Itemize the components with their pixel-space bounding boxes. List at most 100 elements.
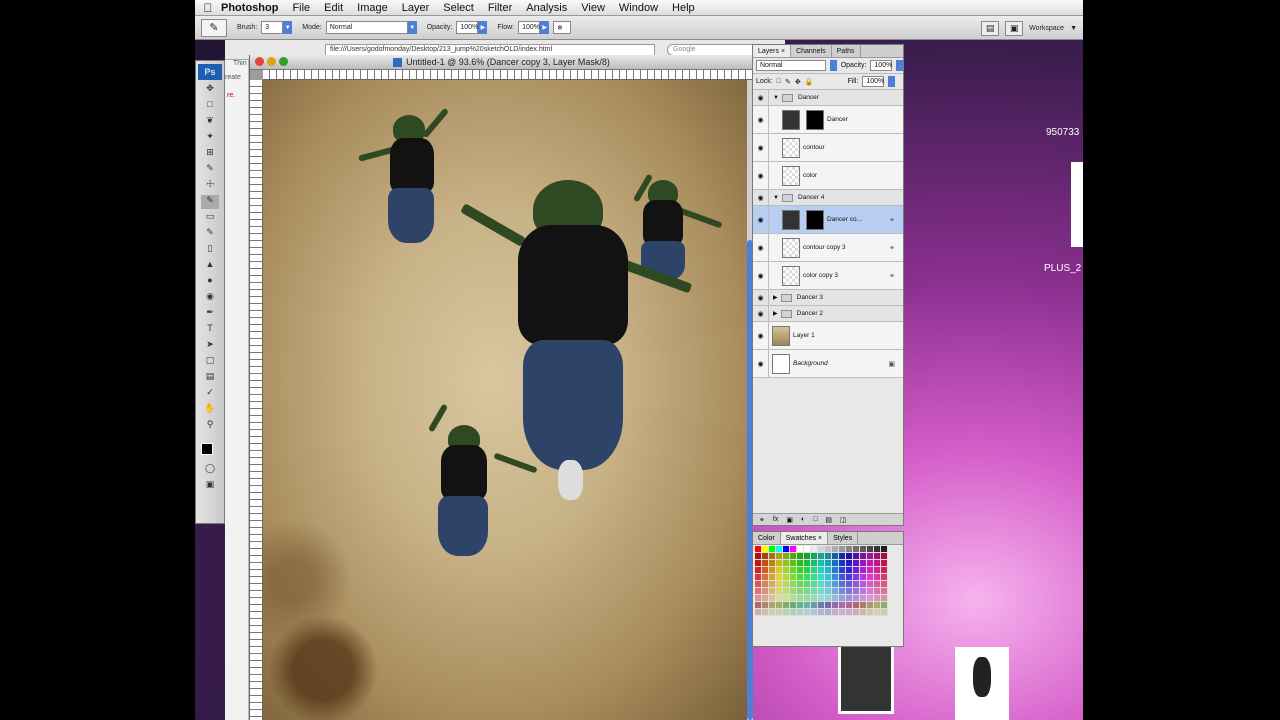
zoom-tool-icon[interactable]: ⚲ bbox=[201, 419, 219, 433]
minimize-window-icon[interactable] bbox=[267, 57, 276, 66]
visibility-eye-icon[interactable]: ◉ bbox=[753, 290, 769, 305]
swatch[interactable] bbox=[860, 609, 867, 616]
swatch[interactable] bbox=[783, 609, 790, 616]
swatch[interactable] bbox=[825, 602, 832, 609]
swatch[interactable] bbox=[818, 595, 825, 602]
swatch[interactable] bbox=[846, 588, 853, 595]
swatch[interactable] bbox=[874, 581, 881, 588]
fill-arrow[interactable] bbox=[888, 76, 896, 87]
visibility-eye-icon[interactable]: ◉ bbox=[753, 106, 769, 133]
menu-view[interactable]: View bbox=[581, 2, 605, 14]
swatch[interactable] bbox=[769, 567, 776, 574]
swatch[interactable] bbox=[874, 609, 881, 616]
slice-tool-icon[interactable]: ✎ bbox=[201, 163, 219, 177]
swatch[interactable] bbox=[776, 574, 783, 581]
swatch[interactable] bbox=[783, 546, 790, 553]
tab-channels[interactable]: Channels bbox=[791, 45, 832, 57]
mode-select[interactable]: Normal bbox=[325, 21, 408, 34]
workspace-menu[interactable]: Workspace bbox=[1029, 25, 1064, 32]
swatch[interactable] bbox=[860, 553, 867, 560]
swatch[interactable] bbox=[818, 574, 825, 581]
swatch[interactable] bbox=[839, 581, 846, 588]
swatch[interactable] bbox=[839, 574, 846, 581]
layer-dancer-copy-3[interactable]: ◉ Dancer co... ⚭ bbox=[753, 206, 903, 234]
swatch[interactable] bbox=[804, 581, 811, 588]
swatch[interactable] bbox=[790, 581, 797, 588]
swatch[interactable] bbox=[867, 567, 874, 574]
swatch[interactable] bbox=[783, 567, 790, 574]
swatch[interactable] bbox=[797, 553, 804, 560]
swatch[interactable] bbox=[825, 588, 832, 595]
lock-all-icon[interactable]: 🔒 bbox=[805, 78, 814, 86]
visibility-eye-icon[interactable]: ◉ bbox=[753, 190, 769, 205]
swatch[interactable] bbox=[769, 546, 776, 553]
eraser-tool-icon[interactable]: ▯ bbox=[201, 243, 219, 257]
lock-image-icon[interactable]: ✎ bbox=[785, 78, 791, 86]
swatch[interactable] bbox=[762, 574, 769, 581]
layer-group-dancer-4[interactable]: ◉ ▼ Dancer 4 bbox=[753, 190, 903, 206]
close-tab-icon[interactable]: × bbox=[818, 535, 822, 542]
tab-color[interactable]: Color bbox=[753, 532, 781, 544]
swatch[interactable] bbox=[755, 574, 762, 581]
layer-mask-thumbnail[interactable] bbox=[806, 109, 824, 130]
swatch[interactable] bbox=[804, 602, 811, 609]
new-group-icon[interactable]: □ bbox=[813, 516, 817, 523]
layer-dancer[interactable]: ◉ Dancer bbox=[753, 106, 903, 134]
swatch[interactable] bbox=[769, 609, 776, 616]
swatch[interactable] bbox=[804, 588, 811, 595]
swatch[interactable] bbox=[846, 567, 853, 574]
desktop-icon-label[interactable]: 950733 bbox=[1046, 127, 1079, 138]
swatch[interactable] bbox=[755, 581, 762, 588]
swatch[interactable] bbox=[846, 595, 853, 602]
swatch[interactable] bbox=[860, 574, 867, 581]
clone-stamp-tool-icon[interactable]: ▭ bbox=[201, 211, 219, 225]
horizontal-ruler[interactable] bbox=[263, 70, 753, 80]
color-swatches[interactable] bbox=[200, 439, 224, 461]
layer-style-icon[interactable]: fx bbox=[773, 516, 778, 523]
menu-analysis[interactable]: Analysis bbox=[526, 2, 567, 14]
swatch[interactable] bbox=[804, 553, 811, 560]
swatch[interactable] bbox=[881, 567, 888, 574]
swatch[interactable] bbox=[797, 602, 804, 609]
swatch[interactable] bbox=[846, 574, 853, 581]
add-mask-icon[interactable]: ▣ bbox=[786, 516, 793, 524]
swatch[interactable] bbox=[832, 546, 839, 553]
swatch[interactable] bbox=[769, 574, 776, 581]
swatch[interactable] bbox=[783, 560, 790, 567]
swatch[interactable] bbox=[804, 574, 811, 581]
swatch[interactable] bbox=[790, 588, 797, 595]
swatch[interactable] bbox=[825, 595, 832, 602]
swatch[interactable] bbox=[783, 574, 790, 581]
mode-dropdown-arrow[interactable]: ▼ bbox=[407, 21, 417, 34]
visibility-eye-icon[interactable]: ◉ bbox=[753, 350, 769, 377]
bridge-icon[interactable]: ▣ bbox=[1005, 20, 1024, 36]
swatch[interactable] bbox=[825, 567, 832, 574]
swatch[interactable] bbox=[762, 567, 769, 574]
swatch[interactable] bbox=[804, 560, 811, 567]
swatch[interactable] bbox=[797, 595, 804, 602]
swatch[interactable] bbox=[874, 553, 881, 560]
swatch[interactable] bbox=[790, 553, 797, 560]
swatch[interactable] bbox=[846, 553, 853, 560]
desktop-icon-label[interactable]: PLUS_2 bbox=[1044, 263, 1081, 274]
swatch[interactable] bbox=[804, 609, 811, 616]
swatch[interactable] bbox=[818, 588, 825, 595]
swatch[interactable] bbox=[762, 595, 769, 602]
swatch[interactable] bbox=[797, 567, 804, 574]
screen-mode-icon[interactable]: ▣ bbox=[201, 479, 219, 493]
swatch[interactable] bbox=[776, 553, 783, 560]
swatch[interactable] bbox=[818, 567, 825, 574]
swatch[interactable] bbox=[762, 602, 769, 609]
swatch[interactable] bbox=[818, 546, 825, 553]
desktop-file-icon[interactable] bbox=[1071, 162, 1083, 247]
swatch[interactable] bbox=[860, 560, 867, 567]
document-title-bar[interactable]: Untitled-1 @ 93.6% (Dancer copy 3, Layer… bbox=[250, 55, 753, 70]
swatch[interactable] bbox=[755, 546, 762, 553]
swatch[interactable] bbox=[846, 602, 853, 609]
swatch[interactable] bbox=[804, 567, 811, 574]
swatch[interactable] bbox=[769, 602, 776, 609]
notes-tool-icon[interactable]: ▤ bbox=[201, 371, 219, 385]
swatch[interactable] bbox=[881, 546, 888, 553]
palette-well-icon[interactable]: ▤ bbox=[981, 20, 1000, 36]
new-layer-icon[interactable]: ▤ bbox=[825, 516, 832, 524]
